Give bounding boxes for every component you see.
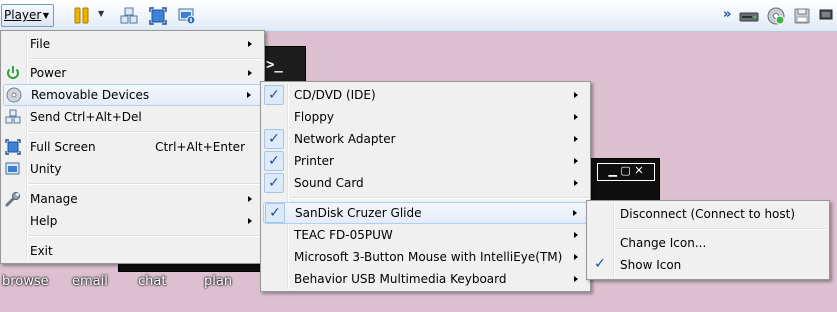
unity-icon[interactable] [178, 7, 196, 25]
submenu-arrow-icon [574, 276, 578, 282]
desktop-icon-browse[interactable]: browse [2, 274, 49, 289]
menu-item-help[interactable]: Help [3, 210, 262, 232]
player-menu-label: Player [4, 8, 42, 22]
checkmark-icon: ✓ [265, 203, 285, 223]
submenu-arrow-icon [574, 180, 578, 186]
menu-item-label: Removable Devices [31, 88, 150, 102]
menu-item-label: Unity [30, 162, 62, 176]
desktop-icon-chat[interactable]: chat [138, 274, 166, 289]
menu-item-change-icon[interactable]: Change Icon... [589, 232, 827, 254]
menu-item-unity[interactable]: Unity [3, 158, 262, 180]
chevron-down-icon: ▼ [42, 11, 49, 20]
guest-window-caption-buttons: ▁ ▢ ✕ [597, 163, 655, 181]
checkmark-icon: ✓ [264, 173, 284, 193]
menu-item-manage[interactable]: Manage [3, 188, 262, 210]
full-screen-icon [5, 139, 21, 155]
menu-item-sandisk-cruzer-glide[interactable]: ✓ SanDisk Cruzer Glide [263, 202, 588, 224]
menu-item-network-adapter[interactable]: ✓ Network Adapter [263, 128, 588, 150]
menu-item-label: Printer [294, 154, 334, 168]
menu-item-label: Behavior USB Multimedia Keyboard [294, 272, 507, 286]
power-icon [7, 66, 19, 79]
menu-item-removable-devices[interactable]: Removable Devices [3, 84, 262, 106]
desktop-icon-plan[interactable]: plan [204, 274, 232, 289]
send-ctrl-alt-del-icon[interactable] [120, 7, 138, 25]
menu-item-label: Floppy [294, 110, 334, 124]
menu-item-printer[interactable]: ✓ Printer [263, 150, 588, 172]
menu-item-file[interactable]: File [3, 33, 262, 55]
terminal-prompt-icon: >_ [266, 57, 283, 73]
cd-dvd-icon[interactable] [767, 7, 785, 25]
submenu-arrow-icon [247, 92, 251, 98]
menu-item-full-screen[interactable]: Full Screen Ctrl+Alt+Enter [3, 136, 262, 158]
submenu-arrow-icon [248, 218, 252, 224]
full-screen-icon[interactable] [149, 7, 167, 25]
checkmark-icon: ✓ [264, 85, 284, 105]
menu-item-disconnect[interactable]: Disconnect (Connect to host) [589, 203, 827, 225]
checkmark-icon: ✓ [264, 129, 284, 149]
unity-icon [5, 162, 20, 175]
send-ctrl-alt-del-icon [5, 109, 21, 124]
menu-item-send-ctrl-alt-del[interactable]: Send Ctrl+Alt+Del [3, 106, 262, 128]
menu-separator [291, 197, 588, 199]
menu-item-label: Full Screen [30, 140, 96, 154]
pause-dropdown-icon[interactable]: ▼ [98, 9, 104, 18]
submenu-arrow-icon [574, 254, 578, 260]
menu-separator [29, 183, 262, 185]
hard-disk-icon[interactable] [739, 7, 759, 25]
menu-item-floppy[interactable]: Floppy [263, 106, 588, 128]
menu-item-exit[interactable]: Exit [3, 240, 262, 262]
floppy-icon[interactable] [793, 7, 811, 25]
menu-item-label: Network Adapter [294, 132, 396, 146]
menu-item-microsoft-mouse[interactable]: Microsoft 3-Button Mouse with IntelliEye… [263, 246, 588, 268]
menu-separator [29, 58, 262, 60]
submenu-arrow-icon [248, 41, 252, 47]
submenu-arrow-icon [574, 232, 578, 238]
player-menu-button[interactable]: Player ▼ [1, 4, 54, 27]
menu-separator [29, 235, 262, 237]
submenu-arrow-icon [573, 210, 577, 216]
menu-item-shortcut: Ctrl+Alt+Enter [155, 140, 245, 154]
menu-item-cd-dvd[interactable]: ✓ CD/DVD (IDE) [263, 84, 588, 106]
menu-item-label: Sound Card [294, 176, 364, 190]
menu-item-label: File [30, 37, 51, 51]
menu-item-label: Microsoft 3-Button Mouse with IntelliEye… [294, 250, 563, 264]
player-menu: File Power Removable Devices Send Ctrl+A… [0, 30, 265, 264]
menu-item-label: Exit [30, 244, 53, 258]
menu-item-label: Change Icon... [620, 236, 707, 250]
menu-item-show-icon[interactable]: ✓ Show Icon [589, 254, 827, 276]
menu-separator [29, 131, 262, 133]
menu-item-power[interactable]: Power [3, 62, 262, 84]
menu-item-label: CD/DVD (IDE) [294, 88, 376, 102]
pause-icon[interactable] [73, 7, 91, 25]
toolbar: Player ▼ ▼ » [0, 0, 837, 32]
menu-item-label: Manage [30, 192, 78, 206]
network-icon[interactable] [819, 7, 837, 25]
menu-separator [617, 228, 827, 230]
removable-devices-icon [6, 87, 22, 103]
menu-item-usb-keyboard[interactable]: Behavior USB Multimedia Keyboard [263, 268, 588, 290]
wrench-icon [5, 192, 20, 207]
device-submenu: Disconnect (Connect to host) Change Icon… [586, 200, 830, 280]
menu-item-label: Power [30, 66, 67, 80]
menu-item-label: Disconnect (Connect to host) [620, 207, 796, 221]
submenu-arrow-icon [574, 158, 578, 164]
checkmark-icon: ✓ [264, 151, 284, 171]
overflow-chevron-icon[interactable]: » [723, 7, 731, 22]
menu-item-sound-card[interactable]: ✓ Sound Card [263, 172, 588, 194]
desktop-icon-email[interactable]: email [72, 274, 108, 289]
menu-item-label: TEAC FD-05PUW [294, 228, 393, 242]
submenu-arrow-icon [248, 70, 252, 76]
removable-devices-submenu: ✓ CD/DVD (IDE) Floppy ✓ Network Adapter … [260, 81, 591, 292]
submenu-arrow-icon [574, 114, 578, 120]
menu-item-label: SanDisk Cruzer Glide [295, 206, 422, 220]
submenu-arrow-icon [248, 196, 252, 202]
checkmark-icon: ✓ [594, 256, 606, 272]
menu-item-label: Help [30, 214, 58, 228]
menu-item-label: Show Icon [620, 258, 682, 272]
menu-item-label: Send Ctrl+Alt+Del [30, 110, 142, 124]
menu-item-teac-fd-05puw[interactable]: TEAC FD-05PUW [263, 224, 588, 246]
submenu-arrow-icon [574, 92, 578, 98]
submenu-arrow-icon [574, 136, 578, 142]
